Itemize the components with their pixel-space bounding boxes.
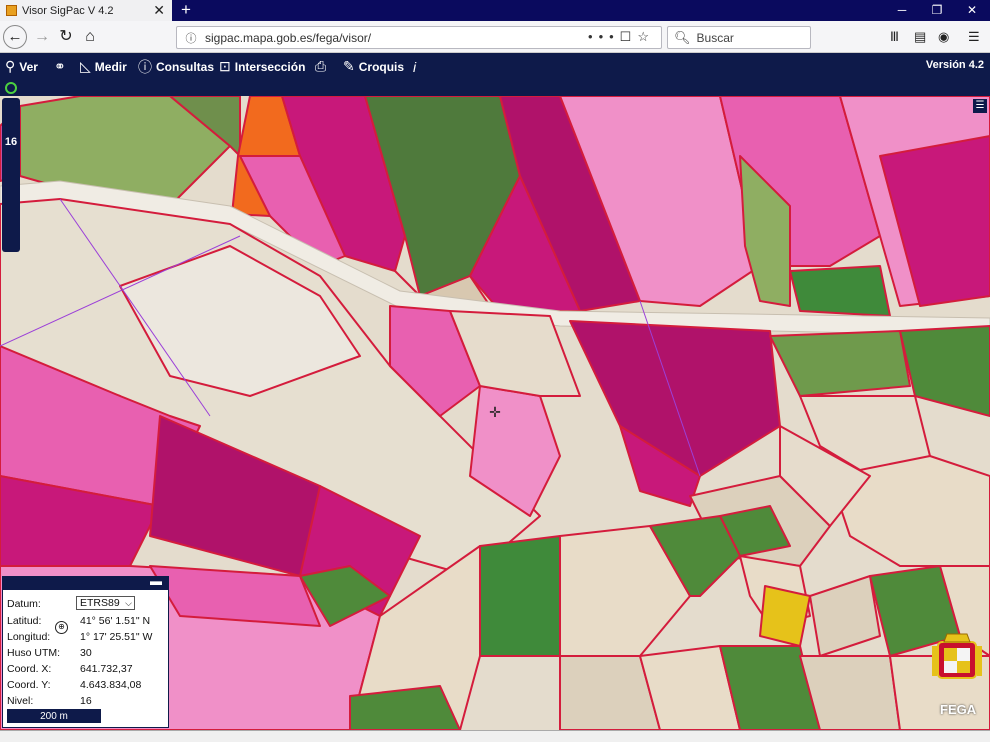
restore-window-button[interactable]: ❐	[920, 0, 954, 21]
binoculars-icon: ⚭	[54, 58, 66, 74]
search-input[interactable]: 🔍︎ Buscar	[667, 26, 811, 49]
browser-tab[interactable]: Visor SigPac V 4.2 ✕	[0, 0, 172, 21]
forward-arrow-icon[interactable]: →	[30, 25, 54, 49]
chevron-down-icon: ⌵	[125, 598, 132, 608]
new-tab-button[interactable]: +	[176, 0, 196, 21]
print-icon: ⎙	[315, 58, 327, 74]
zoom-level-indicator[interactable]: 16	[2, 98, 20, 252]
huso-value: 30	[80, 646, 92, 659]
site-favicon-icon	[6, 5, 17, 16]
huso-row: Huso UTM: 30	[7, 645, 92, 660]
intersection-icon: ⊡	[219, 58, 231, 74]
print-button[interactable]: ⎙	[315, 57, 330, 76]
search-placeholder: Buscar	[696, 30, 734, 45]
crosshair-icon: ✛	[489, 404, 501, 420]
search-icon: ⚲	[5, 58, 16, 74]
longitude-row: Longitud: 1° 17' 25.51" W	[7, 629, 152, 644]
coord-y-value: 4.643.834,08	[80, 678, 142, 691]
sigpac-toolbar: ⚲ Ver ⚭ ◺ Medir ⓘ Consultas ⊡ Intersecci…	[0, 53, 990, 80]
url-text: sigpac.mapa.gob.es/fega/visor/	[205, 30, 372, 45]
layers-menu-icon[interactable]: ☰	[973, 99, 987, 113]
datum-label: Datum:	[7, 597, 41, 610]
nivel-label: Nivel:	[7, 694, 34, 707]
tab-close-icon[interactable]: ✕	[153, 2, 165, 19]
medir-label: Medir	[94, 59, 127, 74]
ver-label: Ver	[19, 59, 38, 74]
back-arrow-icon[interactable]: ←	[3, 25, 27, 49]
measure-icon: ◺	[80, 58, 91, 74]
datum-value: ETRS89	[80, 597, 120, 609]
scale-bar: 200 m	[7, 709, 101, 723]
status-strip	[0, 80, 990, 96]
ver-button[interactable]: ⚲ Ver	[5, 57, 38, 76]
datum-select[interactable]: ETRS89 ⌵	[76, 596, 135, 610]
close-window-button[interactable]: ✕	[955, 0, 989, 21]
minimize-panel-icon[interactable]: ▬	[150, 574, 162, 588]
consultas-label: Consultas	[156, 59, 215, 74]
coordinates-panel: ▬ Datum: ETRS89 ⌵ Latitud: 41° 56' 1.51"…	[2, 574, 169, 728]
spain-coat-of-arms-icon	[932, 633, 982, 679]
nivel-row: Nivel: 16	[7, 693, 92, 708]
nivel-value: 16	[80, 694, 92, 707]
croquis-label: Croquis	[358, 59, 405, 74]
pencil-icon: ✎	[343, 58, 355, 74]
url-bar[interactable]: ⓘ sigpac.mapa.gob.es/fega/visor/ •••☐☆	[176, 26, 662, 49]
latitude-value: 41° 56' 1.51" N	[80, 614, 151, 627]
coord-y-label: Coord. Y:	[7, 678, 51, 691]
coordinates-panel-header: ▬	[3, 574, 168, 590]
home-icon[interactable]: ⌂	[78, 25, 102, 49]
coord-x-label: Coord. X:	[7, 662, 52, 675]
coord-x-row: Coord. X: 641.732,37	[7, 661, 133, 676]
huso-label: Huso UTM:	[7, 646, 61, 659]
library-icon[interactable]: Ⅲ	[890, 29, 899, 45]
coord-y-row: Coord. Y: 4.643.834,08	[7, 677, 141, 692]
info-icon: ⓘ	[138, 58, 152, 75]
italic-info-icon: i	[413, 58, 417, 75]
medir-button[interactable]: ◺ Medir	[80, 57, 127, 76]
reload-icon[interactable]: ↻	[54, 25, 78, 49]
minimize-window-button[interactable]: ─	[885, 0, 919, 21]
account-icon[interactable]: ◉	[938, 29, 949, 45]
datum-row: Datum:	[7, 596, 77, 611]
about-button[interactable]: i	[413, 57, 420, 76]
browser-nav-bar: ← → ↻ ⌂ ⓘ sigpac.mapa.gob.es/fega/visor/…	[0, 21, 990, 53]
longitude-value: 1° 17' 25.51" W	[80, 630, 153, 643]
site-info-icon[interactable]: ⓘ	[181, 30, 201, 46]
coord-x-value: 641.732,37	[80, 662, 133, 675]
page-actions-icon[interactable]: •••☐☆	[588, 29, 655, 45]
tab-title: Visor SigPac V 4.2	[22, 4, 114, 17]
status-indicator-icon	[5, 82, 17, 94]
sidebar-icon[interactable]: ▤	[914, 29, 926, 45]
menu-icon[interactable]: ☰	[968, 29, 980, 45]
binoculars-button[interactable]: ⚭	[54, 57, 70, 76]
browser-tab-bar: Visor SigPac V 4.2 ✕ + ─ ❐ ✕	[0, 0, 990, 21]
longitude-label: Longitud:	[7, 630, 51, 643]
interseccion-button[interactable]: ⊡ Intersección	[219, 57, 305, 76]
version-label: Versión 4.2	[925, 59, 984, 71]
croquis-button[interactable]: ✎ Croquis	[343, 57, 404, 76]
fega-logo: FEGA	[940, 702, 977, 717]
search-icon: 🔍︎	[674, 29, 691, 45]
consultas-button[interactable]: ⓘ Consultas	[138, 57, 214, 76]
browser-status-bar	[0, 730, 990, 742]
interseccion-label: Intersección	[234, 59, 306, 74]
